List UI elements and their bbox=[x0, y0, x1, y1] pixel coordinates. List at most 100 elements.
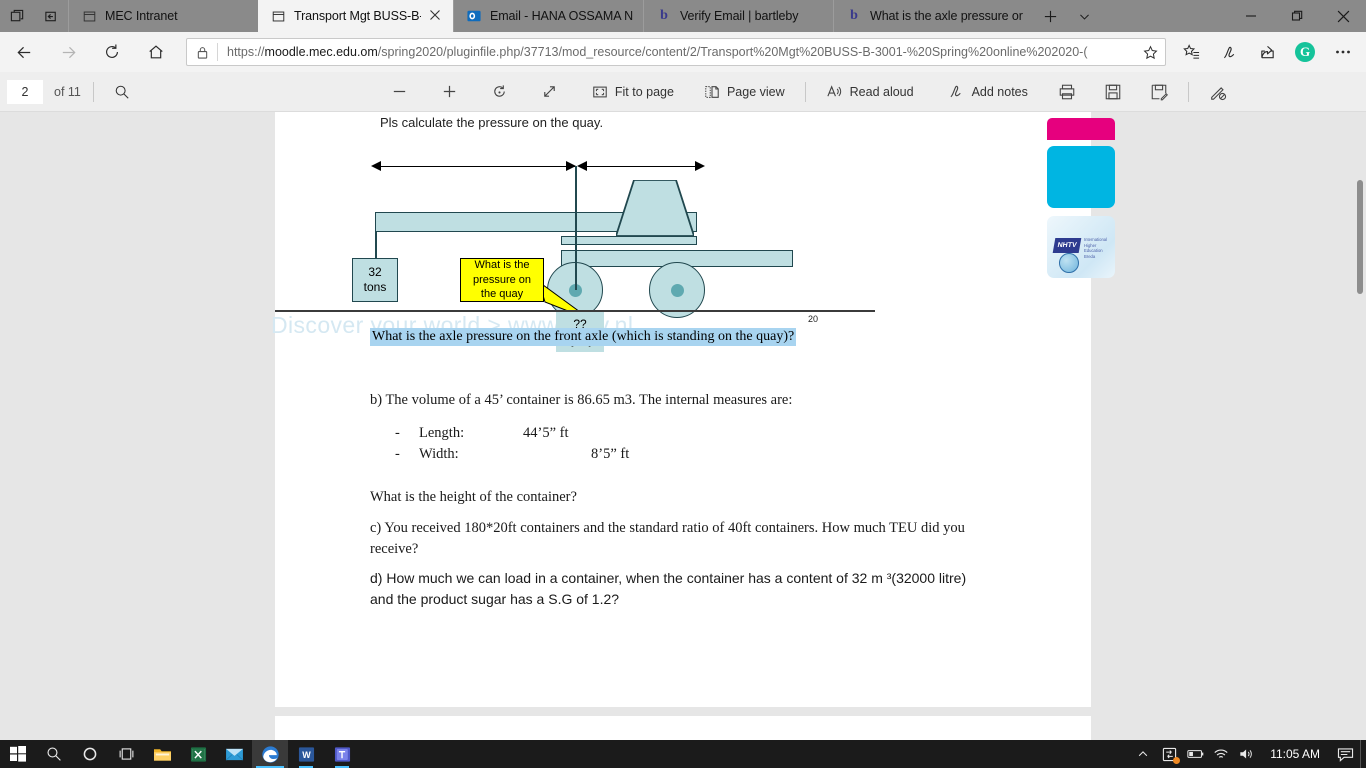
page-view-button[interactable]: Page view bbox=[696, 78, 793, 106]
zoom-in-button[interactable] bbox=[433, 78, 466, 106]
fit-toggle-button[interactable] bbox=[533, 78, 566, 106]
file-explorer-button[interactable] bbox=[144, 740, 180, 768]
browser-tab-1[interactable]: Transport Mgt BUSS-B-3 bbox=[258, 0, 453, 32]
search-button[interactable] bbox=[106, 78, 138, 106]
page-view-icon bbox=[705, 85, 719, 98]
rotate-button[interactable] bbox=[483, 78, 516, 106]
onedrive-icon[interactable] bbox=[1156, 740, 1182, 768]
logo-pink-block bbox=[1047, 118, 1115, 140]
page-count-label: of 11 bbox=[54, 84, 81, 99]
word-button[interactable]: W bbox=[288, 740, 324, 768]
set-aside-tabs-button[interactable] bbox=[34, 0, 68, 32]
wheel-hub bbox=[671, 284, 684, 297]
ink-tools-button[interactable] bbox=[1201, 78, 1235, 106]
load-weight-box: 32 tons bbox=[352, 258, 398, 302]
question-height: What is the height of the container? bbox=[370, 489, 577, 505]
pen-icon bbox=[950, 85, 961, 98]
show-desktop-button[interactable] bbox=[1360, 740, 1366, 768]
slide-number: 20 bbox=[808, 314, 819, 324]
share-icon[interactable] bbox=[1248, 36, 1286, 68]
scrollbar-thumb[interactable] bbox=[1357, 180, 1363, 294]
bullet: - bbox=[395, 425, 400, 441]
action-center-button[interactable] bbox=[1330, 740, 1360, 768]
search-button[interactable] bbox=[36, 740, 72, 768]
fit-to-page-button[interactable]: Fit to page bbox=[584, 78, 682, 106]
question-part-b: b) The volume of a 45’ container is 86.6… bbox=[370, 392, 793, 408]
nhtv-tagline: International Higher Education Breda bbox=[1084, 237, 1108, 259]
start-button[interactable] bbox=[0, 740, 36, 768]
tab-label: Transport Mgt BUSS-B-3 bbox=[294, 9, 421, 23]
plus-icon bbox=[443, 85, 456, 98]
page-icon bbox=[81, 8, 97, 24]
task-view-button[interactable] bbox=[108, 740, 144, 768]
nhtv-badge: NHTV bbox=[1052, 238, 1082, 253]
notes-icon[interactable] bbox=[1210, 36, 1248, 68]
divider bbox=[92, 81, 94, 102]
expand-icon bbox=[544, 86, 555, 97]
action-center-icon bbox=[1337, 747, 1353, 762]
logo-cyan-block bbox=[1047, 146, 1115, 208]
highlight-off-icon bbox=[1211, 86, 1226, 100]
browser-tab-4[interactable]: b What is the axle pressure or bbox=[833, 0, 1033, 32]
callout-line-3: the quay bbox=[480, 288, 524, 301]
address-bar[interactable]: https://moodle.mec.edu.om/spring2020/plu… bbox=[186, 38, 1166, 66]
save-as-button[interactable] bbox=[1142, 78, 1176, 106]
browser-tab-strip: MEC Intranet Transport Mgt BUSS-B-3 Emai… bbox=[0, 0, 1366, 32]
pdf-page-2: Pls calculate the pressure on the quay. bbox=[271, 112, 1115, 707]
minimize-button[interactable] bbox=[1228, 0, 1274, 32]
trailer-midbar bbox=[561, 236, 697, 245]
battery-icon[interactable] bbox=[1182, 740, 1208, 768]
chevron-up-icon[interactable] bbox=[1130, 740, 1156, 768]
taskbar-clock[interactable]: 11:05 AM bbox=[1260, 747, 1330, 761]
home-icon[interactable] bbox=[136, 36, 176, 68]
page-number-input[interactable]: 2 bbox=[6, 78, 44, 105]
pdf-viewer-canvas[interactable]: Pls calculate the pressure on the quay. bbox=[0, 112, 1366, 740]
add-notes-button[interactable]: Add notes bbox=[940, 78, 1036, 106]
close-button[interactable] bbox=[1320, 0, 1366, 32]
dimension-value: 44’5” ft bbox=[523, 425, 569, 441]
refresh-icon[interactable] bbox=[92, 36, 132, 68]
fit-to-page-label: Fit to page bbox=[614, 84, 674, 99]
star-icon[interactable] bbox=[1135, 44, 1165, 60]
windows-taskbar: W 11:05 AM bbox=[0, 740, 1366, 768]
page-icon bbox=[270, 8, 286, 24]
excel-button[interactable] bbox=[180, 740, 216, 768]
edge-browser-button[interactable] bbox=[252, 740, 288, 768]
tab-preview-button[interactable] bbox=[0, 0, 34, 32]
ellipsis-icon[interactable] bbox=[1324, 36, 1362, 68]
browser-tab-2[interactable]: Email - HANA OSSAMA NAI bbox=[453, 0, 643, 32]
minus-icon bbox=[393, 90, 406, 93]
fit-to-page-icon bbox=[593, 86, 607, 97]
vertical-scrollbar[interactable] bbox=[1352, 112, 1366, 740]
rotate-icon bbox=[494, 85, 505, 97]
page-view-label: Page view bbox=[726, 84, 785, 99]
tab-label: Verify Email | bartleby bbox=[680, 9, 799, 23]
highlighted-question-text[interactable]: What is the axle pressure on the front a… bbox=[370, 328, 797, 346]
tab-label: MEC Intranet bbox=[105, 9, 178, 23]
new-tab-button[interactable] bbox=[1033, 0, 1067, 32]
browser-tab-3[interactable]: b Verify Email | bartleby bbox=[643, 0, 833, 32]
divider bbox=[804, 81, 806, 102]
close-icon[interactable] bbox=[429, 9, 443, 23]
dimension-row: - Width: 8’5” ft bbox=[395, 445, 629, 464]
back-arrow-icon[interactable] bbox=[4, 36, 44, 68]
quay-pressure-diagram: 32 tons What is the pressure on the quay… bbox=[271, 118, 1115, 352]
chevron-down-icon[interactable] bbox=[1067, 0, 1101, 32]
truck-cab bbox=[616, 180, 694, 236]
dimension-row: - Length: 44’5” ft bbox=[395, 424, 629, 443]
restore-button[interactable] bbox=[1274, 0, 1320, 32]
favorites-icon[interactable] bbox=[1172, 36, 1210, 68]
zoom-out-button[interactable] bbox=[383, 78, 416, 106]
volume-icon[interactable] bbox=[1234, 740, 1260, 768]
mail-button[interactable] bbox=[216, 740, 252, 768]
grammarly-extension-icon[interactable]: G bbox=[1286, 36, 1324, 68]
read-aloud-button[interactable]: Read aloud bbox=[818, 78, 922, 106]
browser-tab-0[interactable]: MEC Intranet bbox=[68, 0, 258, 32]
dimension-arrow-right-tail bbox=[695, 161, 705, 171]
wifi-icon[interactable] bbox=[1208, 740, 1234, 768]
teams-button[interactable] bbox=[324, 740, 360, 768]
cortana-button[interactable] bbox=[72, 740, 108, 768]
print-button[interactable] bbox=[1050, 78, 1084, 106]
save-button[interactable] bbox=[1096, 78, 1130, 106]
forward-arrow-icon[interactable] bbox=[48, 36, 88, 68]
